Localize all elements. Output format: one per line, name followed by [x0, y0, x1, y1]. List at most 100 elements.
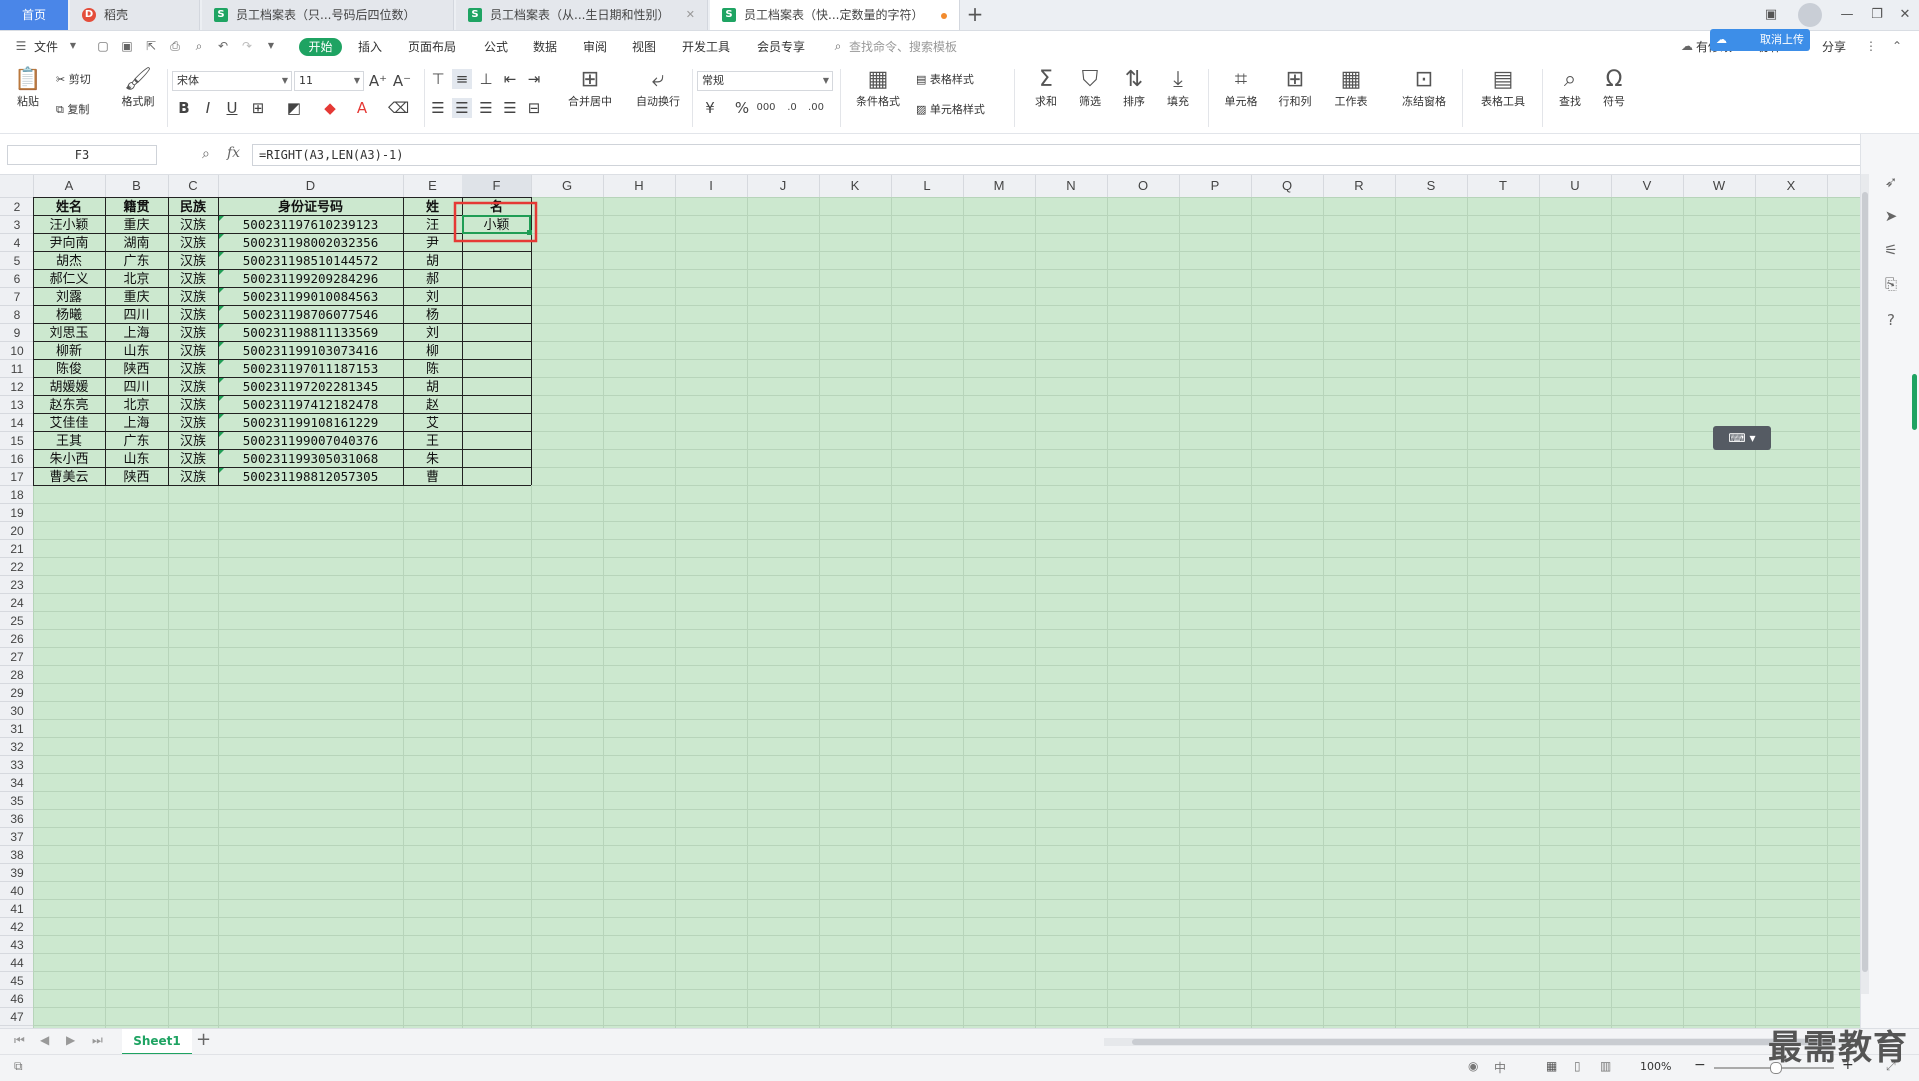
spreadsheet-grid[interactable]: A B C D E F G H I J K L M N O P Q R S T U V W X 2 3 4 5 6 7 8 9 10 11 12 13…	[0, 175, 1860, 1028]
id-number-cell[interactable]: 500231199007040376	[243, 433, 378, 448]
vertical-scroll-thumb[interactable]	[1862, 192, 1868, 972]
column-header-h[interactable]: H	[634, 178, 643, 193]
menu-developer[interactable]: 开发工具	[682, 38, 730, 55]
column-header-j[interactable]: J	[780, 178, 787, 193]
row-header[interactable]: 6	[14, 272, 21, 286]
row-header[interactable]: 23	[10, 578, 24, 592]
row-header[interactable]: 8	[14, 308, 21, 322]
conditional-format-button[interactable]: ▦ 条件格式	[848, 67, 908, 109]
table-cell[interactable]: 汉族	[180, 451, 206, 467]
row-header[interactable]: 40	[10, 884, 24, 898]
paste-button[interactable]: 📋 粘贴	[10, 67, 46, 109]
row-header[interactable]: 46	[10, 992, 24, 1006]
menu-file[interactable]: 文件	[34, 38, 58, 55]
tab-docer[interactable]: D 稻壳	[70, 0, 200, 30]
table-cell[interactable]: 汉族	[180, 217, 206, 233]
table-cell[interactable]: 汉族	[180, 235, 206, 251]
fill-button[interactable]: ⤓ 填充	[1160, 67, 1196, 109]
row-header[interactable]: 11	[11, 362, 24, 376]
format-painter-button[interactable]: 🖌 格式刷	[118, 67, 158, 109]
font-size-select[interactable]: 11 ▼	[294, 71, 364, 91]
id-number-cell[interactable]: 500231199108161229	[243, 415, 378, 430]
merge-center-button[interactable]: ⊞ 合并居中	[560, 67, 620, 109]
row-header[interactable]: 33	[10, 758, 24, 772]
table-cell[interactable]: 王	[426, 434, 439, 449]
input-method-icon[interactable]: 中	[1494, 1059, 1506, 1076]
print-icon[interactable]: ⎙	[168, 39, 182, 53]
hamburger-icon[interactable]: ☰	[14, 39, 28, 53]
row-header[interactable]: 36	[10, 812, 24, 826]
column-header-d[interactable]: D	[306, 178, 315, 193]
row-header[interactable]: 14	[10, 416, 24, 430]
border-icon[interactable]: ⊞	[248, 98, 268, 118]
table-cell[interactable]: 柳	[426, 344, 439, 359]
row-header[interactable]: 28	[10, 668, 24, 682]
table-cell[interactable]: 杨曦	[56, 307, 82, 323]
prev-sheet-icon[interactable]: ◀	[40, 1033, 49, 1047]
row-header[interactable]: 27	[10, 650, 24, 664]
table-cell[interactable]: 赵东亮	[49, 397, 88, 413]
table-tools-button[interactable]: ▤ 表格工具	[1472, 67, 1534, 109]
row-header[interactable]: 30	[10, 704, 24, 718]
id-number-cell[interactable]: 500231198706077546	[243, 307, 378, 322]
decrease-decimal-icon[interactable]: .00	[806, 98, 826, 118]
table-cell[interactable]: 汉族	[180, 325, 206, 341]
column-header-b[interactable]: B	[132, 178, 141, 193]
zoom-icon[interactable]: ⌕	[202, 146, 210, 162]
font-family-select[interactable]: 宋体 ▼	[172, 71, 292, 91]
id-number-cell[interactable]: 500231197202281345	[243, 379, 378, 394]
table-cell[interactable]: 山东	[123, 344, 149, 359]
column-header-w[interactable]: W	[1713, 178, 1726, 193]
help-icon[interactable]: ?	[1881, 310, 1901, 330]
table-cell[interactable]: 刘	[426, 326, 439, 341]
freeze-panes-button[interactable]: ⊡ 冻结窗格	[1394, 67, 1454, 109]
tab-doc-1[interactable]: S 员工档案表（只...号码后四位数）	[202, 0, 454, 30]
table-cell[interactable]: 尹	[426, 236, 439, 251]
normal-view-icon[interactable]: ▦	[1546, 1059, 1557, 1073]
rocket-icon[interactable]: ➶	[1881, 172, 1901, 192]
row-header[interactable]: 25	[10, 614, 24, 628]
thousands-icon[interactable]: 000	[756, 98, 776, 118]
table-cell[interactable]: 汪小颖	[49, 218, 88, 233]
table-cell[interactable]: 赵	[426, 398, 439, 413]
indent-decrease-icon[interactable]: ⇤	[500, 69, 520, 89]
row-header[interactable]: 44	[10, 956, 24, 970]
column-header-e[interactable]: E	[428, 178, 437, 193]
row-header[interactable]: 17	[10, 470, 24, 484]
row-header[interactable]: 38	[10, 848, 24, 862]
table-cell[interactable]: 胡	[426, 254, 439, 269]
id-number-cell[interactable]: 500231199010084563	[243, 289, 378, 304]
zoom-level[interactable]: 100%	[1640, 1060, 1671, 1073]
row-header[interactable]: 39	[10, 866, 24, 880]
row-header[interactable]: 22	[10, 560, 24, 574]
column-header-o[interactable]: O	[1138, 178, 1148, 193]
table-cell[interactable]: 汉族	[180, 289, 206, 305]
row-header[interactable]: 47	[10, 1010, 24, 1024]
header-cell[interactable]: 身份证号码	[278, 199, 343, 215]
underline-icon[interactable]: U	[222, 98, 242, 118]
table-cell[interactable]: 小颖	[483, 218, 509, 233]
keyboard-widget-icon[interactable]: ⌨ ▾	[1713, 426, 1771, 450]
percent-icon[interactable]: %	[732, 98, 752, 118]
next-sheet-icon[interactable]: ▶	[66, 1033, 75, 1047]
row-header[interactable]: 41	[10, 902, 24, 916]
table-cell[interactable]: 陕西	[123, 470, 149, 485]
table-cell[interactable]: 艾	[426, 416, 439, 431]
font-color-icon[interactable]: A	[352, 98, 372, 118]
row-header[interactable]: 34	[10, 776, 24, 790]
undo-icon[interactable]: ↶	[216, 39, 230, 53]
save-icon[interactable]: ▣	[120, 39, 134, 53]
zoom-out-icon[interactable]: −	[1694, 1057, 1706, 1073]
table-cell[interactable]: 郝	[426, 272, 439, 287]
row-header[interactable]: 13	[10, 398, 24, 412]
table-cell[interactable]: 刘露	[56, 290, 82, 305]
table-cell[interactable]: 胡媛媛	[49, 380, 88, 395]
table-cell[interactable]: 广东	[123, 254, 149, 269]
column-header-f[interactable]: F	[493, 178, 501, 193]
grow-font-icon[interactable]: A⁺	[368, 71, 388, 91]
table-cell[interactable]: 四川	[123, 308, 149, 323]
header-cell[interactable]: 姓名	[55, 199, 82, 215]
table-cell[interactable]: 重庆	[123, 217, 149, 233]
row-header[interactable]: 37	[10, 830, 24, 844]
row-header[interactable]: 16	[10, 452, 24, 466]
